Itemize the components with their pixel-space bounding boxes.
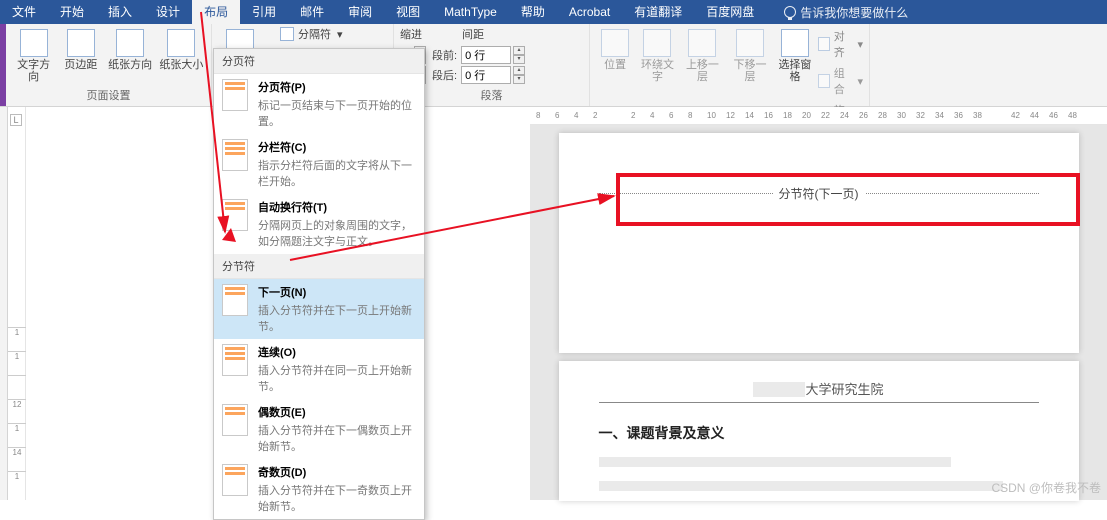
send-backward-button: 下移一层 (728, 26, 772, 83)
paper-size-icon (167, 29, 195, 57)
menu-item-continuous[interactable]: 连续(O)插入分节符并在同一页上开始新节。 (214, 339, 424, 399)
group-label-page-setup: 页面设置 (12, 85, 205, 106)
group-icon (818, 74, 830, 88)
menu-item-column-break[interactable]: 分栏符(C)指示分栏符后面的文字将从下一栏开始。 (214, 134, 424, 194)
tab-baiduwp[interactable]: 百度网盘 (694, 0, 766, 24)
tab-design[interactable]: 设计 (144, 0, 192, 24)
tell-me-search[interactable]: 告诉我你想要做什么 (772, 0, 920, 24)
indent-label: 缩进 (400, 26, 422, 42)
position-button: 位置 (596, 26, 634, 71)
wrap-text-icon (643, 29, 671, 57)
spacing-label: 间距 (462, 26, 484, 42)
tab-insert[interactable]: 插入 (96, 0, 144, 24)
tell-me-label: 告诉我你想要做什么 (800, 4, 908, 21)
continuous-icon (222, 344, 248, 376)
tab-references[interactable]: 引用 (240, 0, 288, 24)
group-button: 组合▾ (818, 65, 863, 97)
even-page-icon (222, 404, 248, 436)
tab-layout[interactable]: 布局 (192, 0, 240, 24)
orientation-button[interactable]: 纸张方向 (107, 26, 154, 71)
page-header-text: xxxxxxxx大学研究生院 (599, 379, 1039, 403)
vertical-ruler[interactable]: 11121141 (8, 107, 26, 500)
position-icon (601, 29, 629, 57)
menu-item-next-page[interactable]: 下一页(N)插入分节符并在下一页上开始新节。 (214, 279, 424, 339)
breaks-menu: 分页符 分页符(P)标记一页结束与下一页开始的位置。 分栏符(C)指示分栏符后面… (213, 48, 425, 520)
document-heading: 一、课题背景及意义 (599, 423, 1039, 443)
lightbulb-icon (784, 6, 796, 18)
blurred-text-line (599, 457, 951, 467)
text-wrapping-icon (222, 199, 248, 231)
tab-mailings[interactable]: 邮件 (288, 0, 336, 24)
tab-review[interactable]: 审阅 (336, 0, 384, 24)
document-page-1[interactable]: 分节符(下一页) (559, 133, 1079, 353)
menu-header-page-breaks: 分页符 (214, 49, 424, 74)
left-gutter (0, 107, 8, 500)
bring-forward-icon (688, 29, 716, 57)
menu-header-section-breaks: 分节符 (214, 254, 424, 279)
tab-mathtype[interactable]: MathType (432, 0, 509, 24)
tab-selector-icon[interactable]: L (10, 114, 22, 126)
text-direction-icon (20, 29, 48, 57)
bring-forward-button: 上移一层 (681, 26, 725, 83)
chevron-down-icon: ▾ (337, 28, 343, 41)
column-break-icon (222, 139, 248, 171)
wrap-text-button: 环绕文字 (638, 26, 676, 83)
selection-pane-button[interactable]: 选择窗格 (776, 26, 814, 83)
watermark-text: CSDN @你卷我不卷 (991, 479, 1101, 496)
menu-tabs: 文件 开始 插入 设计 布局 引用 邮件 审阅 视图 MathType 帮助 A… (0, 0, 1107, 24)
tab-view[interactable]: 视图 (384, 0, 432, 24)
tab-youdao[interactable]: 有道翻译 (622, 0, 694, 24)
page-break-icon (222, 79, 248, 111)
tab-home[interactable]: 开始 (48, 0, 96, 24)
tab-help[interactable]: 帮助 (509, 0, 557, 24)
size-button[interactable]: 纸张大小 (158, 26, 205, 71)
selection-pane-icon (781, 29, 809, 57)
ribbon: 文字方向 页边距 纸张方向 纸张大小 页面设置 栏 分隔符▾ 缩进 间距 ▴▾ … (0, 24, 1107, 107)
orientation-icon (116, 29, 144, 57)
menu-item-odd-page[interactable]: 奇数页(D)插入分节符并在下一奇数页上开始新节。 (214, 459, 424, 519)
align-button: 对齐▾ (818, 28, 863, 60)
next-page-icon (222, 284, 248, 316)
breaks-icon (280, 27, 294, 41)
menu-item-text-wrapping-break[interactable]: 自动换行符(T)分隔网页上的对象周围的文字，如分隔题注文字与正文。 (214, 194, 424, 254)
tab-acrobat[interactable]: Acrobat (557, 0, 622, 24)
group-label-paragraph: 段落 (400, 85, 583, 106)
tab-file[interactable]: 文件 (0, 0, 48, 24)
align-icon (818, 37, 830, 51)
margins-button[interactable]: 页边距 (59, 26, 102, 71)
blurred-text-line (599, 481, 1004, 491)
margins-icon (67, 29, 95, 57)
odd-page-icon (222, 464, 248, 496)
horizontal-ruler[interactable]: 8642246810121416182022242628303234363842… (530, 107, 1107, 125)
menu-item-even-page[interactable]: 偶数页(E)插入分节符并在下一偶数页上开始新节。 (214, 399, 424, 459)
breaks-dropdown[interactable]: 分隔符▾ (280, 26, 387, 42)
document-area: 8642246810121416182022242628303234363842… (530, 107, 1107, 500)
menu-item-page-break[interactable]: 分页符(P)标记一页结束与下一页开始的位置。 (214, 74, 424, 134)
text-direction-button[interactable]: 文字方向 (12, 26, 55, 83)
annotation-callout-box (616, 173, 1080, 226)
send-backward-icon (736, 29, 764, 57)
